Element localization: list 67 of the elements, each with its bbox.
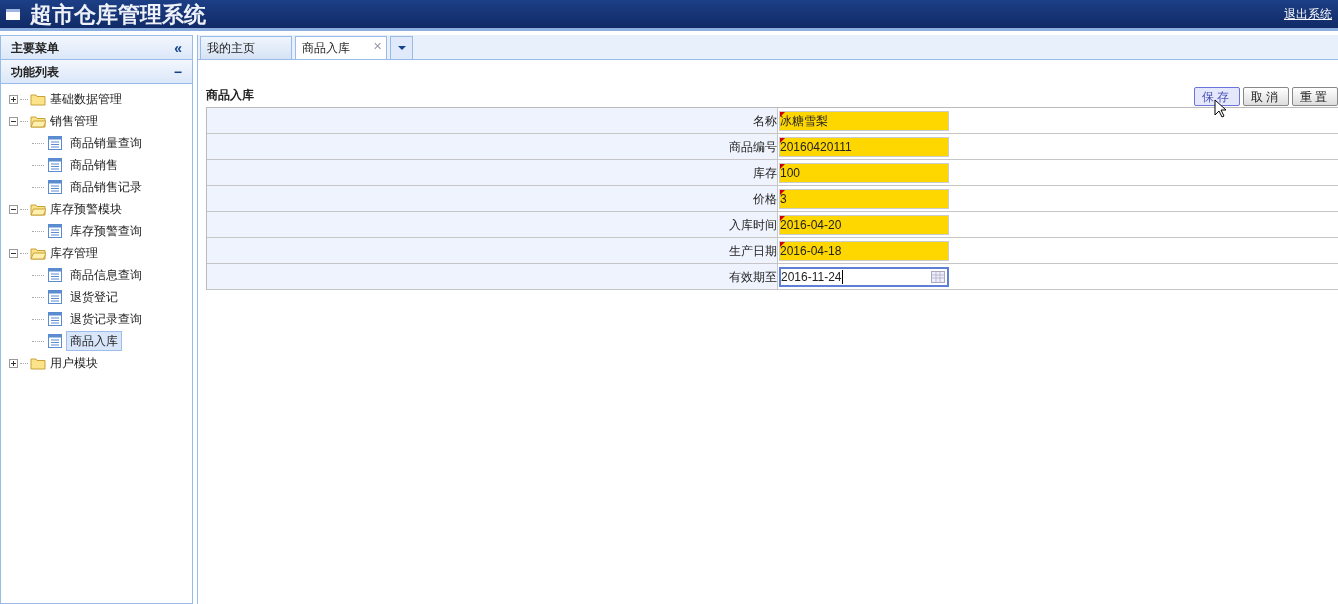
collapse-toggle[interactable] — [9, 204, 18, 214]
form-button[interactable]: 保存 — [1194, 87, 1240, 106]
tree-item[interactable]: 销售管理 — [48, 112, 100, 130]
tree-item[interactable]: 商品销售 — [66, 155, 122, 175]
collapse-toggle[interactable] — [9, 248, 18, 258]
form-button[interactable]: 重置 — [1292, 87, 1338, 106]
open-folder-icon — [30, 114, 46, 128]
input-field[interactable]: 3 — [779, 188, 949, 209]
minimize-button[interactable]: − — [173, 64, 182, 79]
tree-item[interactable]: 商品信息查询 — [66, 265, 146, 285]
panel-title: 功能列表 — [11, 63, 59, 81]
form-title: 商品入库 — [206, 87, 254, 104]
form-label: 商品编号 — [207, 134, 778, 159]
tab[interactable]: 商品入库 ✕ — [295, 36, 387, 59]
input-field[interactable]: 2016-04-18 — [779, 240, 949, 261]
table-icon — [48, 290, 62, 304]
tab[interactable]: 我的主页 — [200, 36, 292, 59]
form-label: 价格 — [207, 186, 778, 211]
field-value: 2016-11-24 — [781, 268, 842, 286]
tree-item[interactable]: 退货登记 — [66, 287, 122, 307]
form-label: 库存 — [207, 160, 778, 185]
form-label: 生产日期 — [207, 238, 778, 263]
form-label: 入库时间 — [207, 212, 778, 237]
input-field[interactable]: 20160420111 — [779, 136, 949, 157]
collapse-toggle[interactable] — [9, 116, 18, 126]
form-label: 有效期至 — [207, 264, 778, 289]
field-value: 冰糖雪梨 — [780, 112, 828, 130]
table-icon — [48, 268, 62, 282]
sidebar-title: 主要菜单 — [11, 39, 59, 57]
tree-item[interactable]: 商品销量查询 — [66, 133, 146, 153]
tree-item[interactable]: 退货记录查询 — [66, 309, 146, 329]
folder-icon — [30, 92, 46, 106]
date-field[interactable]: 2016-11-24 — [779, 266, 949, 287]
table-icon — [48, 334, 62, 348]
folder-icon — [30, 356, 46, 370]
collapse-button[interactable]: « — [174, 40, 182, 55]
expand-toggle[interactable] — [9, 358, 18, 368]
field-value: 3 — [780, 190, 787, 208]
tree-item[interactable]: 商品入库 — [66, 331, 122, 351]
expand-toggle[interactable] — [9, 94, 18, 104]
tree-item[interactable]: 库存预警查询 — [66, 221, 146, 241]
app-title: 超市仓库管理系统 — [30, 0, 206, 29]
tree-item[interactable]: 用户模块 — [48, 354, 100, 372]
form-label: 名称 — [207, 108, 778, 133]
field-value: 2016-04-18 — [780, 242, 842, 260]
field-value: 2016-04-20 — [780, 216, 842, 234]
logout-link[interactable]: 退出系统 — [1284, 5, 1332, 23]
open-folder-icon — [30, 202, 46, 216]
field-value: 100 — [780, 164, 801, 182]
tab-menu-button[interactable] — [390, 36, 413, 59]
tree-item[interactable]: 商品销售记录 — [66, 177, 146, 197]
form-button[interactable]: 取消 — [1243, 87, 1289, 106]
input-field[interactable]: 100 — [779, 162, 949, 183]
input-field[interactable]: 冰糖雪梨 — [779, 110, 949, 131]
window-icon — [6, 8, 20, 20]
caret-icon — [397, 46, 406, 50]
table-icon — [48, 224, 62, 238]
table-icon — [48, 312, 62, 326]
tree-item[interactable]: 基础数据管理 — [48, 90, 124, 108]
tree-item[interactable]: 库存管理 — [48, 244, 100, 262]
field-value: 20160420111 — [780, 138, 852, 156]
input-field[interactable]: 2016-04-20 — [779, 214, 949, 235]
table-icon — [48, 136, 62, 150]
open-folder-icon — [30, 246, 46, 260]
table-icon — [48, 158, 62, 172]
tree-item[interactable]: 库存预警模块 — [48, 200, 124, 218]
table-icon — [48, 180, 62, 194]
